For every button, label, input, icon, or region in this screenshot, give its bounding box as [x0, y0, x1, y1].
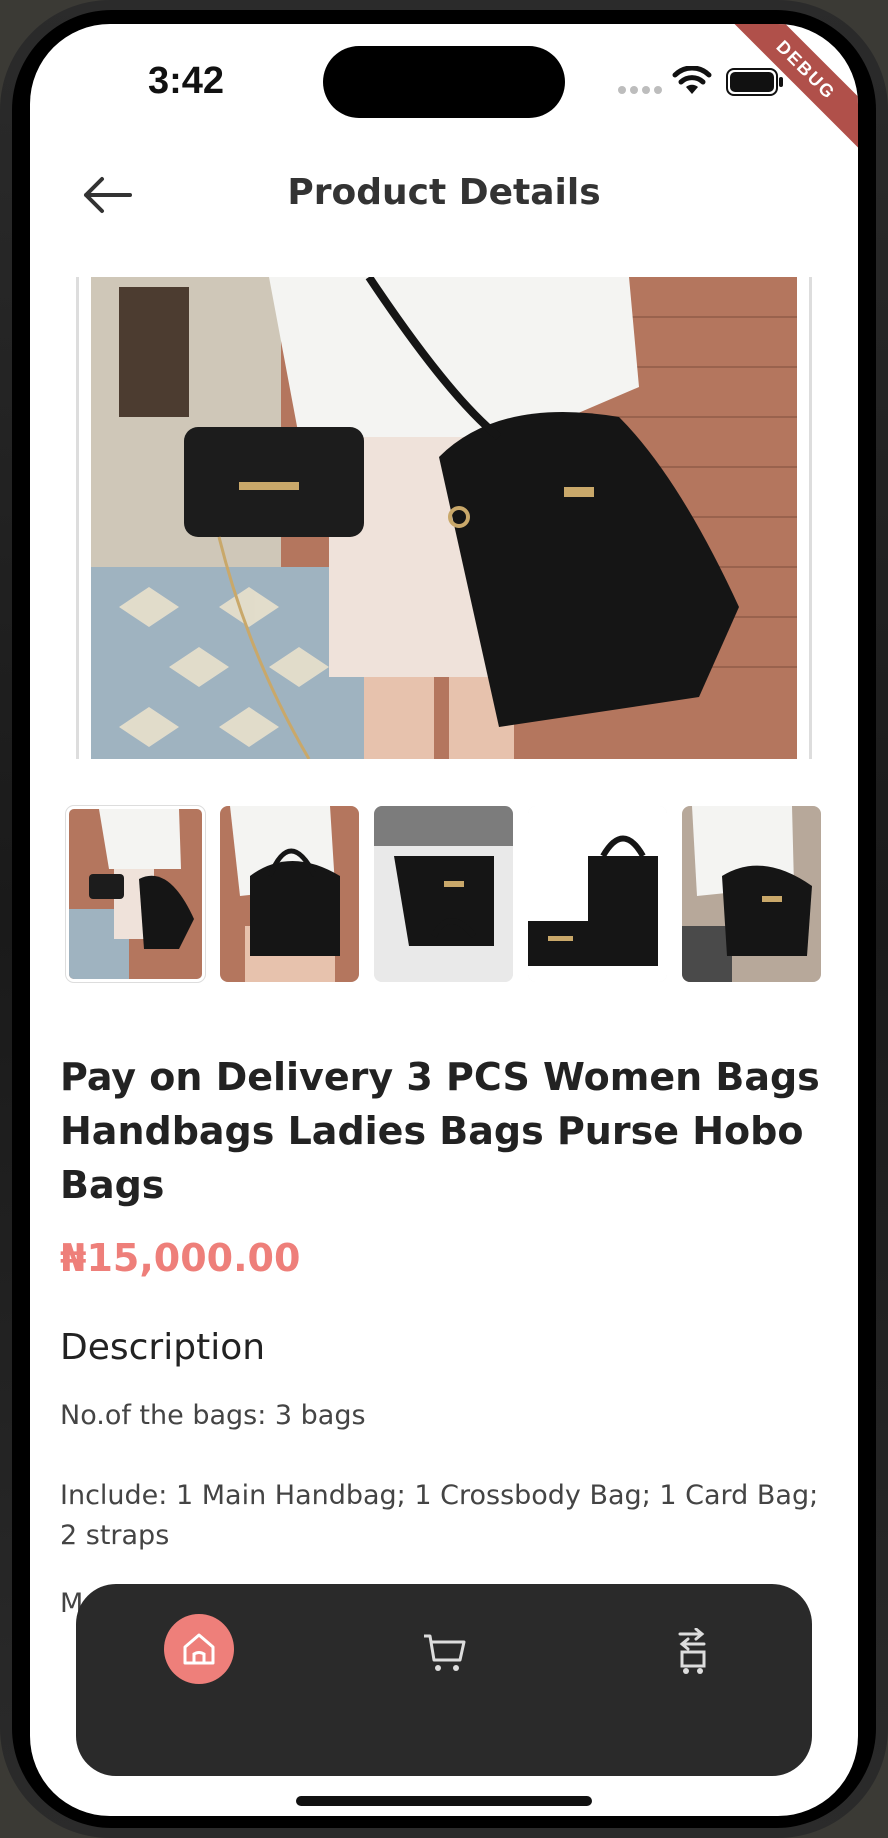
- page-title: Product Details: [287, 172, 601, 213]
- thumbnail-4[interactable]: [528, 806, 667, 982]
- home-indicator[interactable]: [296, 1796, 592, 1806]
- nav-orders-button[interactable]: [664, 1624, 720, 1680]
- thumbnail-3[interactable]: [374, 806, 513, 982]
- thumbnail-2[interactable]: [220, 806, 359, 982]
- description-line: Include: 1 Main Handbag; 1 Crossbody Bag…: [60, 1480, 819, 1551]
- home-icon: [183, 1633, 215, 1665]
- app-screen: 3:42 DEBUG Product Details Pay on Delive…: [30, 24, 858, 1816]
- thumbnail-1[interactable]: [65, 805, 206, 983]
- description-line: No.of the bags: 3 bags: [60, 1400, 366, 1431]
- thumbnail-strip: [65, 805, 821, 983]
- orders-cart-icon: [678, 1628, 706, 1674]
- wifi-icon: [672, 65, 712, 100]
- cellular-signal-icon: [618, 86, 662, 94]
- nav-cart-button[interactable]: [416, 1624, 472, 1680]
- product-title: Pay on Delivery 3 PCS Women Bags Handbag…: [60, 1055, 820, 1207]
- dynamic-island: [323, 46, 565, 118]
- main-product-image[interactable]: [76, 277, 812, 759]
- thumbnail-5[interactable]: [682, 806, 821, 982]
- description-heading: Description: [60, 1327, 266, 1368]
- bottom-navigation: [76, 1584, 812, 1776]
- cart-icon: [424, 1634, 466, 1671]
- black-handbags-photo: [91, 277, 797, 759]
- battery-icon: [726, 68, 784, 100]
- nav-home-button[interactable]: [164, 1614, 234, 1684]
- status-time: 3:42: [148, 60, 225, 102]
- product-price: ₦15,000.00: [60, 1236, 301, 1280]
